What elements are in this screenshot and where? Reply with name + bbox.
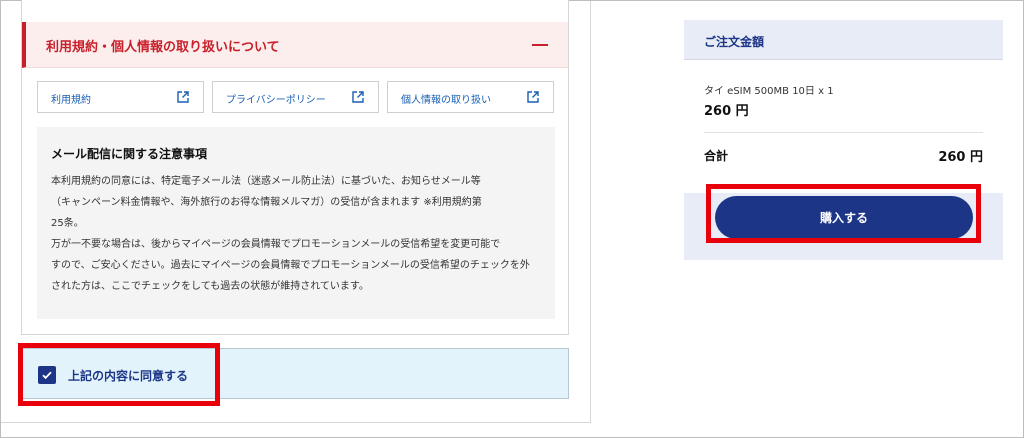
link-label: 個人情報の取り扱い [401, 95, 491, 106]
divider [704, 132, 983, 133]
order-details: タイ eSIM 500MB 10日 x 1 260 円 合計 260 円 [684, 60, 1003, 193]
terms-panel: 利用規約・個人情報の取り扱いについて 利用規約 プライバシーポリシー 個人情報の… [1, 0, 591, 423]
notice-line: された方は、ここでチェックをしても過去の状態が維持されています。 [51, 281, 369, 292]
link-personal-info[interactable]: 個人情報の取り扱い [387, 81, 554, 113]
terms-title: 利用規約・個人情報の取り扱いについて [46, 40, 280, 55]
notice-line: すので、ご安心ください。過去にマイページの会員情報でプロモーションメールの受信希… [51, 260, 530, 271]
agree-label: 上記の内容に同意する [68, 369, 189, 383]
notice-line: 25条。 [51, 218, 84, 229]
page-frame: 利用規約・個人情報の取り扱いについて 利用規約 プライバシーポリシー 個人情報の… [0, 0, 1024, 438]
terms-accordion-header[interactable]: 利用規約・個人情報の取り扱いについて [22, 22, 568, 68]
link-privacy-policy[interactable]: プライバシーポリシー [212, 81, 379, 113]
notice-title: メール配信に関する注意事項 [51, 147, 208, 161]
link-label: 利用規約 [51, 95, 91, 106]
agree-checkbox[interactable] [38, 366, 56, 384]
check-icon [42, 371, 52, 380]
order-summary-title: ご注文金額 [704, 35, 765, 49]
purchase-button[interactable]: 購入する [715, 196, 973, 239]
notice-body: 本利用規約の同意には、特定電子メール法（迷惑メール防止法）に基づいた、お知らせメ… [51, 171, 551, 297]
external-link-icon [527, 91, 539, 103]
agree-checkbox-row[interactable]: 上記の内容に同意する [21, 348, 569, 399]
total-value: 260 円 [938, 150, 983, 165]
mail-notice-box: メール配信に関する注意事項 本利用規約の同意には、特定電子メール法（迷惑メール防… [37, 127, 555, 319]
notice-line: 本利用規約の同意には、特定電子メール法（迷惑メール防止法）に基づいた、お知らせメ… [51, 176, 481, 187]
total-label: 合計 [704, 149, 729, 163]
external-link-icon [352, 91, 364, 103]
notice-line: 万が一不要な場合は、後からマイページの会員情報でプロモーションメールの受信希望を… [51, 239, 501, 250]
item-price: 260 円 [704, 104, 749, 119]
link-label: プライバシーポリシー [226, 95, 326, 106]
external-link-icon [177, 91, 189, 103]
terms-section: 利用規約・個人情報の取り扱いについて 利用規約 プライバシーポリシー 個人情報の… [21, 0, 569, 335]
item-name: タイ eSIM 500MB 10日 x 1 [704, 86, 834, 97]
order-summary-header: ご注文金額 [684, 20, 1003, 60]
notice-line: （キャンペーン料金情報や、海外旅行のお得な情報メルマガ）の受信が含まれます ※利… [51, 197, 482, 208]
order-summary-card: ご注文金額 タイ eSIM 500MB 10日 x 1 260 円 合計 260… [684, 20, 1003, 260]
link-terms-of-use[interactable]: 利用規約 [37, 81, 204, 113]
purchase-button-label: 購入する [819, 211, 868, 225]
collapse-minus-icon[interactable] [532, 44, 548, 46]
